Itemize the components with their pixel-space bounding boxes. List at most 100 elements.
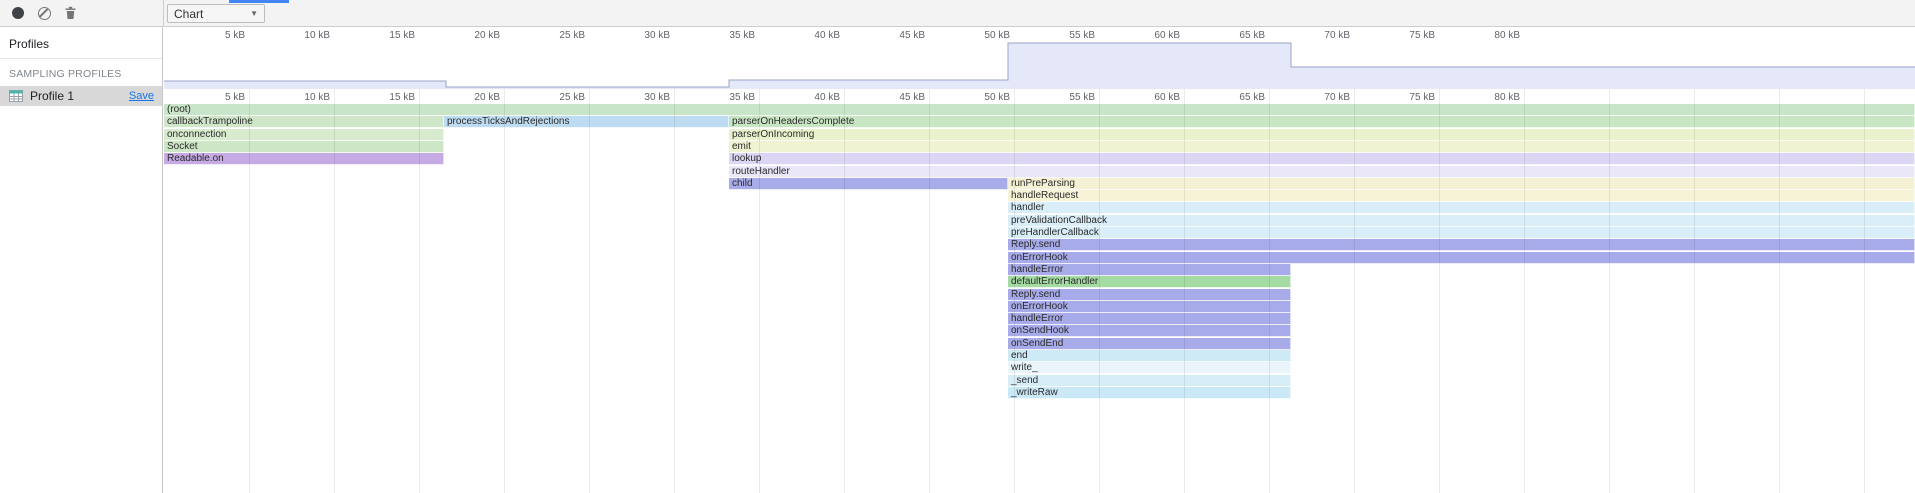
frame-label: onErrorHook bbox=[1011, 301, 1068, 312]
memory-overview[interactable]: 5 kB10 kB15 kB20 kB25 kB30 kB35 kB40 kB4… bbox=[164, 27, 1915, 89]
frame-label: preHandlerCallback bbox=[1011, 227, 1099, 238]
flame-frame[interactable]: Reply.send bbox=[1008, 239, 1915, 251]
chevron-down-icon: ▼ bbox=[250, 9, 258, 18]
frame-label: parserOnHeadersComplete bbox=[732, 116, 854, 127]
flame-frame[interactable]: Readable.on bbox=[164, 153, 444, 165]
frame-label: emit bbox=[732, 141, 751, 152]
ruler-tick-label: 80 kB bbox=[1494, 92, 1520, 103]
flame-frame[interactable]: onconnection bbox=[164, 129, 444, 141]
flame-frame[interactable]: onSendEnd bbox=[1008, 338, 1291, 350]
ruler-tick-label: 75 kB bbox=[1409, 30, 1435, 41]
flame-frame[interactable]: handler bbox=[1008, 202, 1915, 214]
clear-all-profiles-button[interactable] bbox=[31, 1, 57, 25]
frame-label: Socket bbox=[167, 141, 198, 152]
flame-frame[interactable]: preHandlerCallback bbox=[1008, 227, 1915, 239]
overview-ruler: 5 kB10 kB15 kB20 kB25 kB30 kB35 kB40 kB4… bbox=[164, 27, 1915, 41]
ruler-tick-label: 65 kB bbox=[1239, 92, 1265, 103]
flame-frame[interactable]: preValidationCallback bbox=[1008, 215, 1915, 227]
frame-label: parserOnIncoming bbox=[732, 129, 814, 140]
frame-label: routeHandler bbox=[732, 166, 790, 177]
clear-profiles-icon bbox=[38, 7, 51, 20]
ruler-tick-label: 45 kB bbox=[899, 92, 925, 103]
flame-frame[interactable]: emit bbox=[729, 141, 1915, 153]
flame-ruler: 5 kB10 kB15 kB20 kB25 kB30 kB35 kB40 kB4… bbox=[164, 89, 1915, 103]
flame-frame[interactable]: _send bbox=[1008, 375, 1291, 387]
frame-label: lookup bbox=[732, 153, 761, 164]
flame-frame[interactable]: end bbox=[1008, 350, 1291, 362]
flame-frame[interactable]: runPreParsing bbox=[1008, 178, 1915, 190]
devtools-memory-panel: Chart ▼ Profiles SAMPLING PROFILES Profi… bbox=[0, 0, 1915, 493]
frame-label: handler bbox=[1011, 202, 1044, 213]
ruler-tick-label: 25 kB bbox=[559, 30, 585, 41]
frame-label: handleRequest bbox=[1011, 190, 1078, 201]
flame-frame[interactable]: handleRequest bbox=[1008, 190, 1915, 202]
ruler-tick-label: 30 kB bbox=[644, 30, 670, 41]
toolbar-separator bbox=[163, 0, 164, 27]
view-mode-select[interactable]: Chart ▼ bbox=[167, 4, 265, 23]
frame-label: Reply.send bbox=[1011, 239, 1060, 250]
frame-label: processTicksAndRejections bbox=[447, 116, 569, 127]
ruler-tick-label: 55 kB bbox=[1069, 92, 1095, 103]
flame-chart-panel: 5 kB10 kB15 kB20 kB25 kB30 kB35 kB40 kB4… bbox=[164, 27, 1915, 493]
flame-frame[interactable]: defaultErrorHandler bbox=[1008, 276, 1291, 288]
ruler-tick-label: 10 kB bbox=[304, 92, 330, 103]
flame-frame[interactable]: Reply.send bbox=[1008, 289, 1291, 301]
ruler-tick-label: 15 kB bbox=[389, 92, 415, 103]
ruler-tick-label: 40 kB bbox=[814, 30, 840, 41]
frame-label: onSendHook bbox=[1011, 325, 1069, 336]
profile-list-item[interactable]: Profile 1 Save bbox=[0, 86, 162, 106]
frame-label: end bbox=[1011, 350, 1028, 361]
frame-label: onErrorHook bbox=[1011, 252, 1068, 263]
flame-frame[interactable]: onSendHook bbox=[1008, 325, 1291, 337]
flame-frame[interactable]: callbackTrampoline bbox=[164, 116, 444, 128]
flame-frame[interactable]: parserOnHeadersComplete bbox=[729, 116, 1915, 128]
save-profile-link[interactable]: Save bbox=[129, 90, 154, 102]
ruler-tick-label: 60 kB bbox=[1154, 92, 1180, 103]
sidebar-title: Profiles bbox=[0, 27, 162, 59]
flame-frame[interactable]: parserOnIncoming bbox=[729, 129, 1915, 141]
flame-frame[interactable]: Socket bbox=[164, 141, 444, 153]
flame-frame[interactable]: child bbox=[729, 178, 1008, 190]
frame-label: Reply.send bbox=[1011, 289, 1060, 300]
flame-frame[interactable]: lookup bbox=[729, 153, 1915, 165]
flame-frame[interactable]: handleError bbox=[1008, 313, 1291, 325]
flame-frame[interactable]: routeHandler bbox=[729, 166, 1915, 178]
frame-label: child bbox=[732, 178, 753, 189]
record-heap-profile-button[interactable] bbox=[5, 1, 31, 25]
sampling-profiles-section-label: SAMPLING PROFILES bbox=[0, 59, 162, 86]
profiles-sidebar: Profiles SAMPLING PROFILES Profile 1 Sav… bbox=[0, 27, 163, 493]
frame-label: handleError bbox=[1011, 313, 1063, 324]
flame-frame[interactable]: _writeRaw bbox=[1008, 387, 1291, 399]
ruler-tick-label: 50 kB bbox=[984, 30, 1010, 41]
frame-label: preValidationCallback bbox=[1011, 215, 1107, 226]
frame-label: onSendEnd bbox=[1011, 338, 1063, 349]
profile-name: Profile 1 bbox=[30, 89, 74, 103]
flame-frame[interactable]: onErrorHook bbox=[1008, 301, 1291, 313]
delete-profile-button[interactable] bbox=[57, 1, 83, 25]
ruler-tick-label: 40 kB bbox=[814, 92, 840, 103]
flame-frame[interactable]: handleError bbox=[1008, 264, 1291, 276]
ruler-tick-label: 45 kB bbox=[899, 30, 925, 41]
ruler-tick-label: 15 kB bbox=[389, 30, 415, 41]
flame-frame[interactable]: processTicksAndRejections bbox=[444, 116, 729, 128]
frame-label: onconnection bbox=[167, 129, 227, 140]
ruler-tick-label: 5 kB bbox=[225, 92, 245, 103]
active-tab-indicator bbox=[229, 0, 289, 3]
frame-label: runPreParsing bbox=[1011, 178, 1075, 189]
flame-frame[interactable]: write_ bbox=[1008, 362, 1291, 374]
trash-icon bbox=[64, 6, 77, 20]
ruler-tick-label: 65 kB bbox=[1239, 30, 1265, 41]
ruler-tick-label: 60 kB bbox=[1154, 30, 1180, 41]
view-mode-value: Chart bbox=[174, 7, 203, 21]
flame-frame[interactable]: onErrorHook bbox=[1008, 252, 1915, 264]
frame-label: write_ bbox=[1011, 362, 1038, 373]
ruler-tick-label: 35 kB bbox=[729, 30, 755, 41]
ruler-tick-label: 35 kB bbox=[729, 92, 755, 103]
ruler-tick-label: 80 kB bbox=[1494, 30, 1520, 41]
ruler-tick-label: 70 kB bbox=[1324, 92, 1350, 103]
toolbar: Chart ▼ bbox=[0, 0, 1915, 27]
flame-frame[interactable]: (root) bbox=[164, 104, 1915, 116]
ruler-tick-label: 55 kB bbox=[1069, 30, 1095, 41]
frame-label: defaultErrorHandler bbox=[1011, 276, 1098, 287]
ruler-tick-label: 70 kB bbox=[1324, 30, 1350, 41]
